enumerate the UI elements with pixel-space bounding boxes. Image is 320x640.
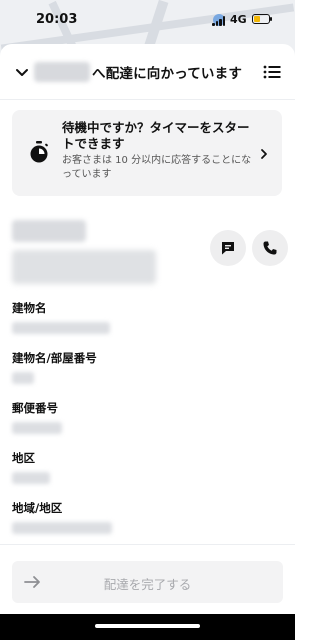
field-label: 地区 bbox=[12, 451, 35, 465]
customer-address-redacted bbox=[12, 250, 156, 284]
field-region: 地域/地区 bbox=[12, 500, 272, 534]
list-icon[interactable] bbox=[263, 64, 281, 80]
header: へ配達に向かっています bbox=[0, 44, 295, 100]
field-building-name: 建物名 bbox=[12, 300, 272, 334]
status-time: 20:03 bbox=[36, 12, 78, 27]
stopwatch-icon bbox=[30, 141, 48, 163]
home-indicator[interactable] bbox=[95, 624, 200, 628]
complete-delivery-label: 配達を完了する bbox=[103, 577, 192, 592]
signal-icon bbox=[212, 16, 226, 26]
message-button[interactable] bbox=[210, 230, 246, 266]
field-label: 建物名 bbox=[12, 301, 47, 315]
chevron-right-icon bbox=[261, 149, 267, 159]
network-type: 4G bbox=[230, 13, 247, 26]
field-district: 地区 bbox=[12, 450, 272, 484]
field-room-number: 建物名/部屋番号 bbox=[12, 350, 272, 384]
phone-icon bbox=[263, 241, 277, 255]
home-indicator-area bbox=[0, 614, 295, 640]
field-value-redacted bbox=[12, 522, 112, 534]
header-title: へ配達に向かっています bbox=[92, 66, 243, 82]
delivery-sheet: へ配達に向かっています 待機中ですか？タイマーをスタートできます お客さまは 1… bbox=[0, 44, 295, 640]
status-bar: 20:03 4G bbox=[0, 0, 295, 40]
field-label: 地域/地区 bbox=[12, 501, 63, 515]
field-postal-code: 郵便番号 bbox=[12, 400, 272, 434]
field-value-redacted bbox=[12, 322, 110, 334]
timer-description: お客さまは 10 分以内に応答することになっています bbox=[62, 155, 252, 180]
customer-name-redacted bbox=[12, 220, 86, 242]
complete-delivery-button[interactable]: 配達を完了する bbox=[12, 561, 283, 603]
field-label: 郵便番号 bbox=[12, 401, 58, 415]
chevron-down-icon[interactable] bbox=[14, 64, 30, 80]
chat-icon bbox=[222, 242, 234, 255]
field-label: 建物名/部屋番号 bbox=[12, 351, 97, 365]
field-value-redacted bbox=[12, 472, 50, 484]
call-button[interactable] bbox=[252, 230, 288, 266]
field-value-redacted bbox=[12, 422, 62, 434]
timer-card[interactable]: 待機中ですか？タイマーをスタートできます お客さまは 10 分以内に応答すること… bbox=[12, 110, 282, 196]
field-value-redacted bbox=[12, 372, 34, 384]
customer-name-redacted bbox=[34, 62, 90, 82]
timer-title: 待機中ですか？タイマーをスタートできます bbox=[62, 120, 250, 151]
battery-icon bbox=[252, 14, 272, 24]
